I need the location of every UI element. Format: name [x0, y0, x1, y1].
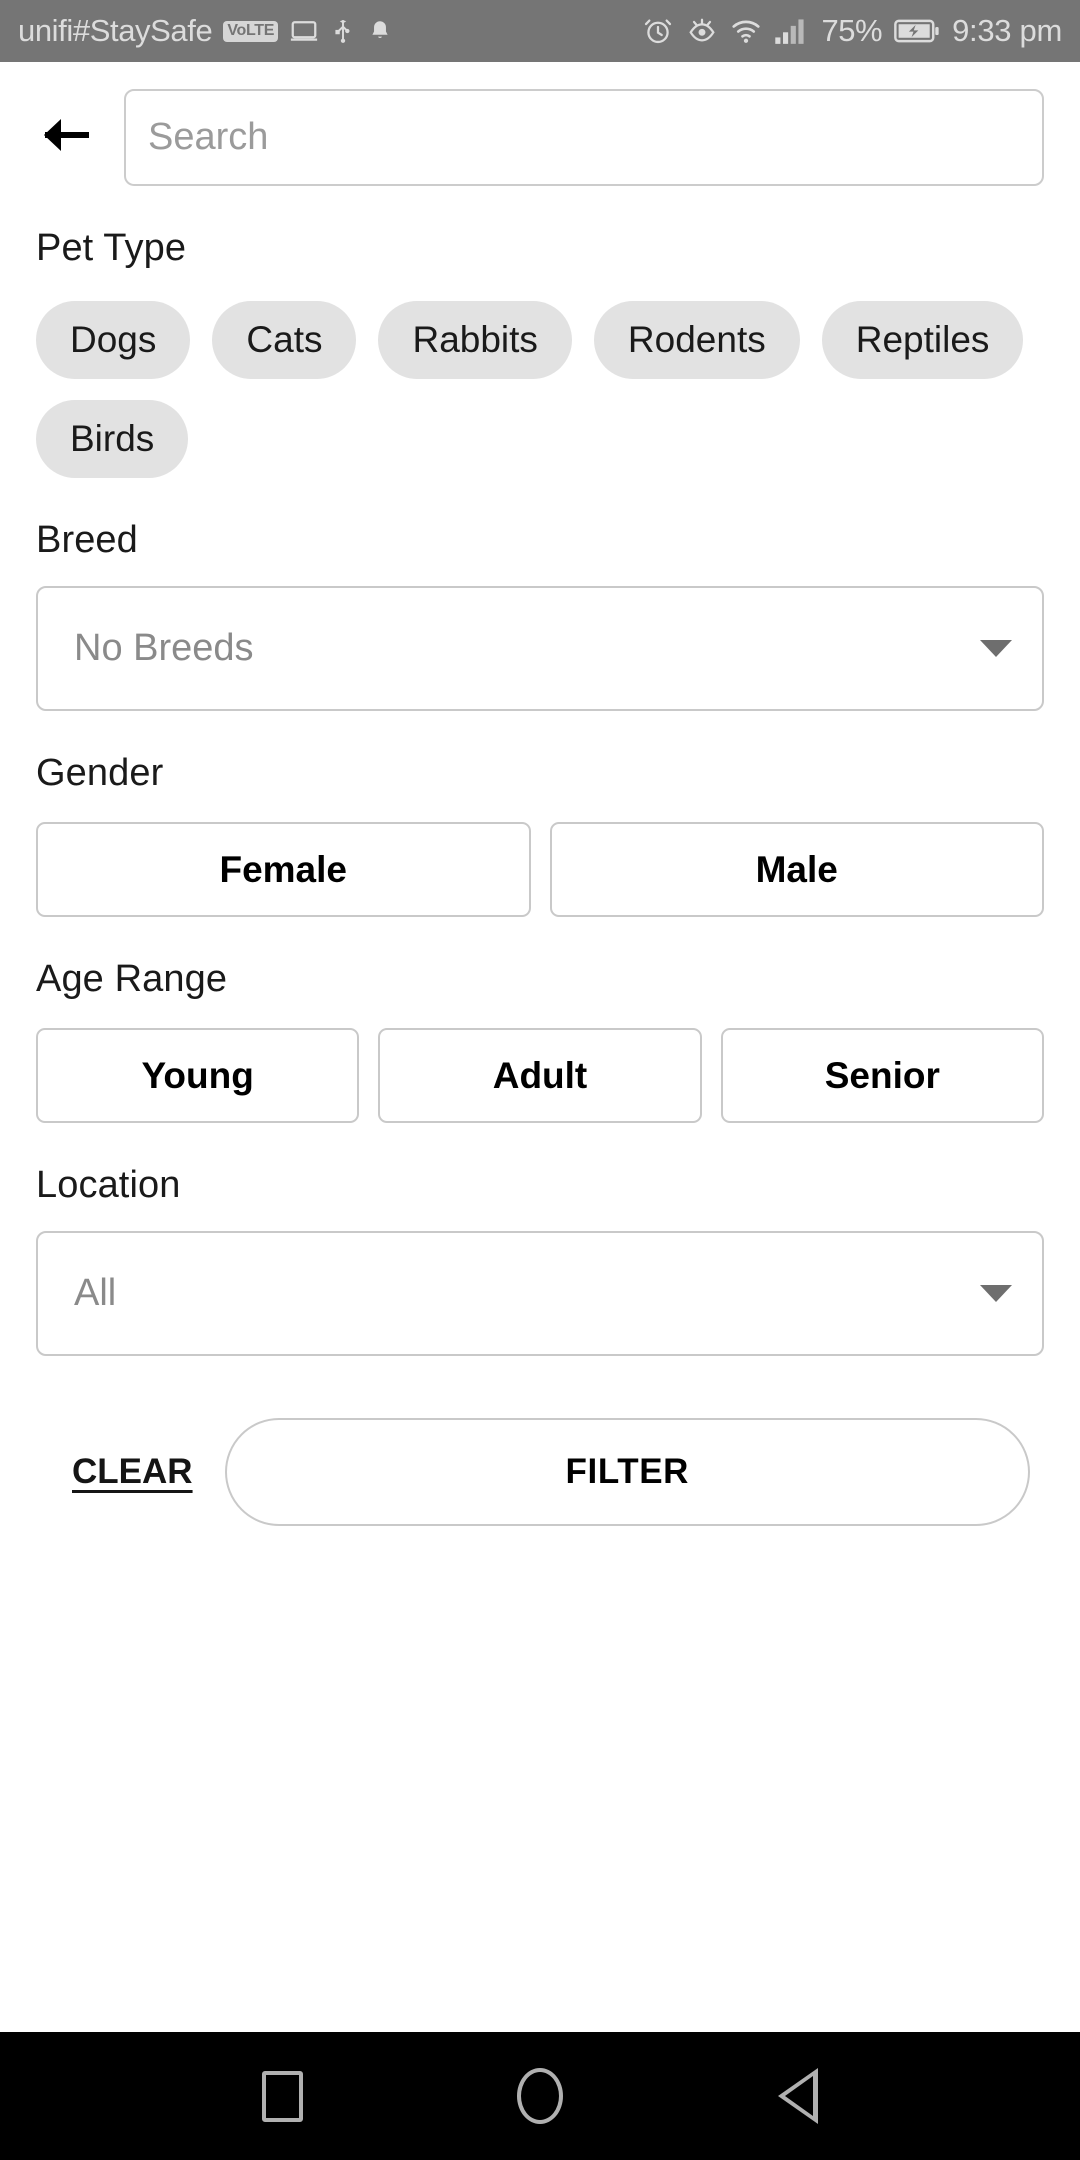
chevron-down-icon	[980, 640, 1012, 657]
chevron-down-icon	[980, 1285, 1012, 1302]
nav-home-button[interactable]	[497, 2053, 583, 2139]
chip-dogs[interactable]: Dogs	[36, 301, 191, 379]
age-option-adult[interactable]: Adult	[378, 1028, 702, 1123]
gender-option-male[interactable]: Male	[549, 822, 1044, 917]
status-bar-left: unifi#StaySafe VoLTE	[18, 13, 642, 49]
action-row: CLEAR FILTER	[36, 1418, 1044, 1526]
clock-label: 9:33 pm	[952, 13, 1062, 48]
search-header	[36, 89, 1044, 186]
location-title: Location	[36, 1164, 181, 1206]
chip-reptiles[interactable]: Reptiles	[821, 301, 1024, 379]
nav-recents-button[interactable]	[239, 2053, 325, 2139]
back-button[interactable]	[36, 107, 98, 169]
breed-selected-value: No Breeds	[74, 627, 254, 669]
status-bar-right: 75% 9:33 pm	[642, 13, 1062, 49]
age-range-title: Age Range	[36, 958, 228, 1000]
signal-bars-icon	[774, 15, 810, 47]
tablet-icon	[289, 16, 319, 46]
phone-screen: unifi#StaySafe VoLTE 75% 9:33 pm Search …	[0, 0, 1080, 2160]
breed-dropdown[interactable]: No Breeds	[36, 586, 1044, 711]
usb-icon	[330, 16, 356, 46]
volte-badge-icon: VoLTE	[223, 20, 279, 42]
age-option-young[interactable]: Young	[36, 1028, 360, 1123]
age-range-option-group: Young Adult Senior	[36, 1028, 1044, 1123]
back-arrow-icon	[39, 112, 95, 163]
chip-rabbits[interactable]: Rabbits	[378, 301, 572, 379]
circle-home-icon	[517, 2068, 563, 2124]
location-dropdown[interactable]: All	[36, 1231, 1044, 1356]
alarm-icon	[642, 15, 674, 47]
eye-comfort-icon	[686, 15, 718, 47]
gender-title: Gender	[36, 752, 164, 794]
carrier-label: unifi#StaySafe	[18, 13, 213, 48]
nav-back-button[interactable]	[755, 2053, 841, 2139]
pet-type-title: Pet Type	[36, 227, 187, 269]
search-input[interactable]	[148, 116, 1020, 159]
filter-screen-content: Pet Type Dogs Cats Rabbits Rodents Repti…	[0, 62, 1080, 2032]
battery-percent-label: 75%	[821, 13, 883, 48]
bell-icon	[367, 16, 393, 46]
android-nav-bar	[0, 2032, 1080, 2160]
chip-birds[interactable]: Birds	[36, 400, 189, 478]
location-selected-value: All	[74, 1272, 117, 1314]
age-option-senior[interactable]: Senior	[720, 1028, 1044, 1123]
battery-charging-icon	[894, 16, 940, 46]
search-field-wrapper[interactable]	[124, 89, 1044, 186]
chip-rodents[interactable]: Rodents	[593, 301, 800, 379]
status-bar: unifi#StaySafe VoLTE 75% 9:33 pm	[0, 0, 1080, 62]
gender-option-female[interactable]: Female	[36, 822, 531, 917]
filter-button[interactable]: FILTER	[224, 1418, 1030, 1526]
triangle-back-icon	[778, 2068, 818, 2124]
chip-cats[interactable]: Cats	[212, 301, 357, 379]
wifi-icon	[730, 15, 762, 47]
gender-option-group: Female Male	[36, 822, 1044, 917]
square-recents-icon	[261, 2070, 303, 2122]
pet-type-chip-group: Dogs Cats Rabbits Rodents Reptiles Birds	[36, 301, 1044, 478]
clear-button[interactable]: CLEAR	[68, 1442, 197, 1502]
breed-title: Breed	[36, 519, 138, 561]
